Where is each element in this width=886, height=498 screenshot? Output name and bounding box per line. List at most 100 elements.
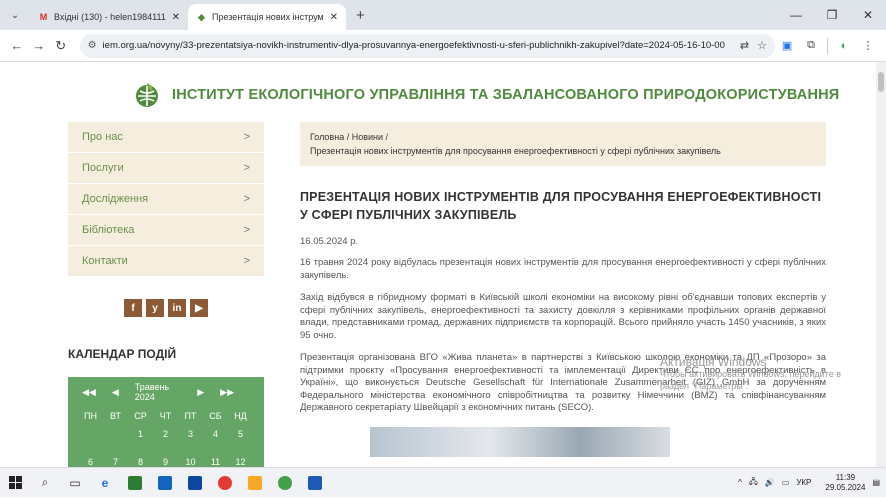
calendar-month: Травень 2024	[134, 382, 170, 402]
breadcrumb: Головна / Новини / Презентація нових інс…	[300, 122, 826, 166]
back-icon[interactable]: ←	[6, 38, 28, 53]
restore-icon[interactable]: ❐	[814, 0, 850, 30]
calendar-day[interactable]: 12	[228, 457, 253, 467]
reload-icon[interactable]: ↻	[50, 38, 72, 54]
system-tray: ^ 🖧 🔊 ▭ УКР 11:39 29.05.2024 ▤	[731, 473, 886, 493]
calendar-day[interactable]: 7	[103, 457, 128, 467]
article-paragraph: 16 травня 2024 року відбулась презентаці…	[300, 257, 826, 281]
sidebar-item-research[interactable]: Дослідження >	[68, 184, 264, 215]
facebook-icon[interactable]: f	[124, 299, 142, 317]
extension-icon[interactable]: ▣	[775, 39, 799, 52]
volume-icon[interactable]: 🔊	[765, 478, 775, 487]
chevron-right-icon: >	[243, 255, 250, 267]
calendar-day[interactable]: 1	[128, 429, 153, 439]
sidebar-item-label: Про нас	[82, 131, 123, 143]
site-icon: ◆	[198, 11, 205, 22]
sidebar-item-label: Дослідження	[82, 193, 149, 205]
chevron-right-icon: >	[243, 193, 250, 205]
notification-icon[interactable]: ▤	[872, 478, 880, 487]
tab-title: Вхідні (130) - helen1984111@	[54, 12, 166, 22]
breadcrumb-path[interactable]: Головна / Новини /	[310, 130, 816, 144]
task-view-icon[interactable]: ▭	[60, 468, 90, 498]
tab-gmail[interactable]: M Вхідні (130) - helen1984111@ ✕	[30, 4, 188, 30]
calendar-day[interactable]: 2	[153, 429, 178, 439]
close-tab-icon[interactable]: ✕	[172, 12, 180, 23]
weekday: ПТ	[184, 411, 197, 421]
close-window-icon[interactable]: ✕	[850, 0, 886, 30]
windows-activation-watermark: Активація Windows Чтобы активировать Win…	[660, 356, 841, 392]
scrollbar-thumb[interactable]	[878, 72, 884, 92]
search-icon[interactable]: ⌕	[30, 468, 60, 498]
calendar-week: 6 7 8 9 10 11 12	[68, 453, 264, 467]
sidebar-menu: Про нас > Послуги > Дослідження > Бібліотек…	[68, 122, 264, 277]
network-icon[interactable]: 🖧	[749, 476, 758, 490]
calendar-day[interactable]: 10	[178, 457, 203, 467]
sidebar-item-contacts[interactable]: Контакти >	[68, 246, 264, 277]
site-logo[interactable]	[132, 80, 162, 110]
site-title[interactable]: ІНСТИТУТ ЕКОЛОГІЧНОГО УПРАВЛІННЯ ТА ЗБАЛ…	[172, 87, 839, 103]
minimize-icon[interactable]: —	[778, 0, 814, 30]
calendar-day[interactable]: 3	[178, 429, 203, 439]
article-paragraph: Захід відбувся в гібридному форматі в Ки…	[300, 292, 826, 341]
calendar-week: 1 2 3 4 5	[68, 425, 264, 443]
address-bar[interactable]: ⚙ iem.org.ua/novyny/33-prezentatsiya-nov…	[79, 33, 776, 58]
new-tab-button[interactable]: +	[346, 4, 375, 30]
toolbar-actions: ▣ ⧉ ◐ ⋮	[775, 37, 880, 54]
chrome-icon[interactable]	[210, 468, 240, 498]
calendar-day[interactable]: 8	[128, 457, 153, 467]
next-year-icon[interactable]: ▶▶	[220, 387, 234, 398]
word-icon[interactable]	[300, 468, 330, 498]
watermark-text: Чтобы активировать Windows, перейдите в	[660, 369, 841, 379]
tab-search-icon[interactable]: ⌄	[0, 0, 30, 30]
calendar-weekdays: ПН ВТ СР ЧТ ПТ СБ НД	[68, 407, 264, 425]
prev-month-icon[interactable]: ◀	[112, 387, 119, 398]
language-indicator[interactable]: УКР	[796, 478, 811, 487]
tab-article[interactable]: ◆ Презентація нових інструмен ✕	[188, 4, 346, 30]
app-icon[interactable]	[120, 468, 150, 498]
chevron-right-icon: >	[243, 131, 250, 143]
sidebar-item-services[interactable]: Послуги >	[68, 153, 264, 184]
windows-start-icon[interactable]	[0, 468, 30, 498]
browser-tab-strip: ⌄ M Вхідні (130) - helen1984111@ ✕ ◆ Пре…	[0, 0, 886, 30]
url-text: iem.org.ua/novyny/33-prezentatsiya-novik…	[102, 40, 725, 51]
weekday: ЧТ	[159, 411, 172, 421]
chevron-right-icon: >	[243, 162, 250, 174]
gmail-icon: M	[39, 12, 48, 22]
bookmark-star-icon[interactable]: ☆	[757, 39, 767, 52]
twitter-icon[interactable]: y	[146, 299, 164, 317]
tray-arrow-icon[interactable]: ^	[738, 478, 742, 487]
calendar-day[interactable]: 6	[78, 457, 103, 467]
battery-icon[interactable]: ▭	[782, 478, 790, 487]
next-month-icon[interactable]: ▶	[197, 387, 204, 398]
forward-icon[interactable]: →	[28, 38, 50, 53]
profile-icon[interactable]: ◐	[832, 40, 856, 52]
youtube-icon[interactable]: ▶	[190, 299, 208, 317]
close-tab-icon[interactable]: ✕	[330, 12, 338, 23]
linkedin-icon[interactable]: in	[168, 299, 186, 317]
weekday: ВТ	[110, 411, 121, 421]
article-title: ПРЕЗЕНТАЦІЯ НОВИХ ІНСТРУМЕНТІВ ДЛЯ ПРОСУ…	[300, 190, 822, 222]
calendar-day[interactable]: 9	[153, 457, 178, 467]
extensions-puzzle-icon[interactable]: ⧉	[799, 39, 823, 52]
calendar-day[interactable]: 5	[228, 429, 253, 439]
clock[interactable]: 11:39 29.05.2024	[818, 473, 865, 493]
web-page: ІНСТИТУТ ЕКОЛОГІЧНОГО УПРАВЛІННЯ ТА ЗБАЛ…	[0, 62, 876, 467]
chrome-icon[interactable]	[270, 468, 300, 498]
sidebar-item-about[interactable]: Про нас >	[68, 122, 264, 153]
page-scrollbar[interactable]	[876, 62, 886, 467]
article-photo	[370, 426, 670, 457]
event-calendar: ◀◀ ◀ Травень 2024 ▶ ▶▶ ПН ВТ СР ЧТ ПТ СБ…	[68, 377, 264, 467]
sidebar-item-library[interactable]: Бібліотека >	[68, 215, 264, 246]
watermark-title: Активація Windows	[660, 355, 767, 369]
edge-icon[interactable]: e	[90, 468, 120, 498]
prev-year-icon[interactable]: ◀◀	[82, 387, 96, 398]
calendar-day[interactable]: 11	[203, 457, 228, 467]
app-icon[interactable]	[150, 468, 180, 498]
calendar-day[interactable]: 4	[203, 429, 228, 439]
weekday: ПН	[84, 411, 97, 421]
file-explorer-icon[interactable]	[240, 468, 270, 498]
site-info-icon[interactable]: ⚙	[88, 40, 97, 51]
translate-icon[interactable]: ⇄	[740, 39, 749, 52]
outlook-icon[interactable]	[180, 468, 210, 498]
menu-kebab-icon[interactable]: ⋮	[856, 39, 880, 52]
